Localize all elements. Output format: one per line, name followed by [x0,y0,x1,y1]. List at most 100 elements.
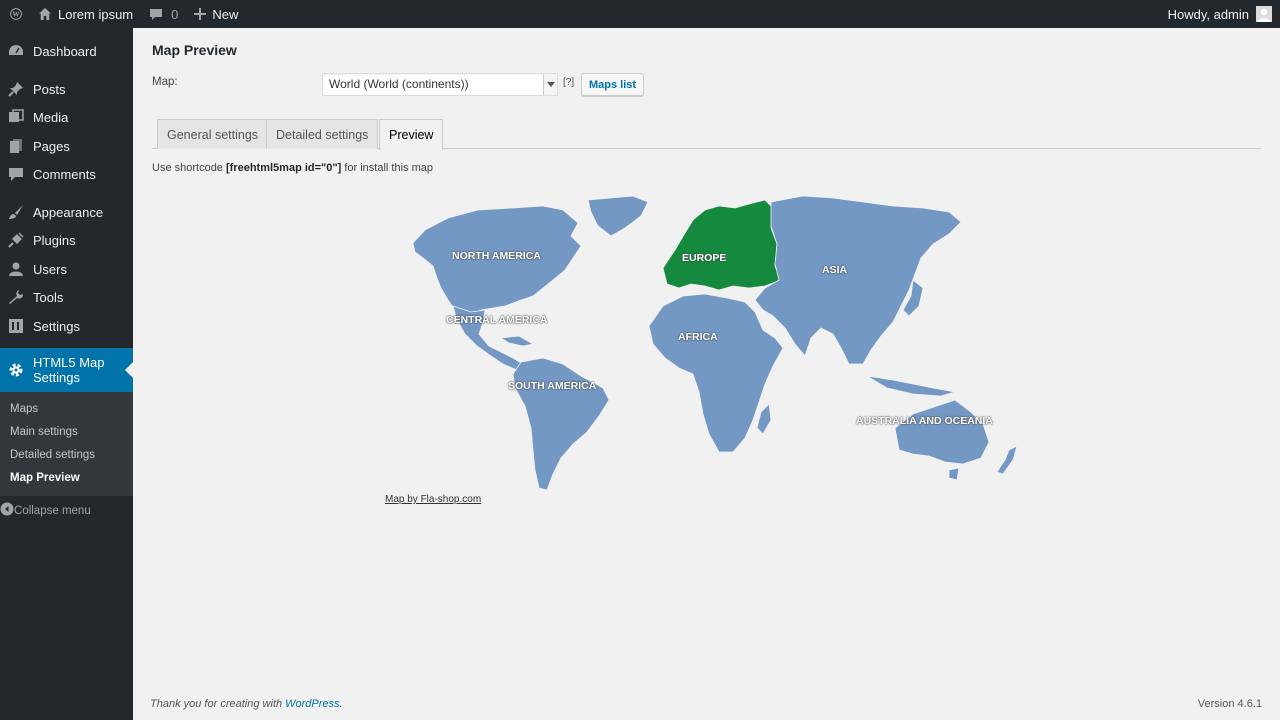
map-region-caribbean[interactable] [499,335,535,347]
submenu-item-map-preview[interactable]: Map Preview [10,472,80,484]
footer-period: . [339,698,343,710]
sidebar-item-media[interactable]: Media [0,108,133,126]
map-select-value: World (World (continents)) [329,77,469,91]
label-asia[interactable]: ASIA [822,264,847,276]
map-region-indonesia[interactable] [866,375,956,397]
tab-preview[interactable]: Preview [379,119,444,150]
comment-icon [7,165,25,183]
version-label: Version 4.6.1 [1197,698,1262,710]
site-name-link[interactable]: Lorem ipsum [30,0,141,28]
collapse-menu-button[interactable]: Collapse menu [0,502,133,519]
maps-list-button[interactable]: Maps list [581,73,645,96]
sidebar-item-appearance[interactable]: Appearance [0,203,133,221]
main-content: Map Preview Map: World (World (continent… [133,28,1280,720]
sidebar-item-pages[interactable]: Pages [0,137,133,155]
sidebar-item-label: Tools [33,289,64,305]
wordpress-link[interactable]: WordPress [285,698,339,710]
map-region-europe[interactable] [662,199,782,291]
submenu-item-maps[interactable]: Maps [10,403,38,415]
tab-bar: General settings Detailed settings Previ… [152,119,1261,150]
sidebar-item-settings[interactable]: Settings [0,317,133,335]
sidebar-item-label: Appearance [33,204,104,220]
site-name: Lorem ipsum [58,6,134,22]
admin-bar: W Lorem ipsum 0 New Howdy, admin [0,0,1280,28]
sidebar-item-label: Media [33,109,69,125]
sidebar-item-label: Plugins [33,232,76,248]
shortcode-prefix: Use shortcode [152,162,223,174]
admin-menu: Dashboard Posts Media Pages Comments App… [0,28,133,720]
gear-icon [7,361,25,379]
wordpress-logo-icon[interactable]: W [2,0,30,28]
home-icon [38,7,52,21]
sidebar-item-users[interactable]: Users [0,260,133,278]
map-region-north-america[interactable] [412,205,582,319]
label-line-1: HTML5 Map [33,355,105,370]
label-north-america[interactable]: NORTH AMERICA [452,250,541,262]
map-select[interactable]: World (World (continents)) [322,73,558,96]
settings-icon [7,317,25,335]
sidebar-item-comments[interactable]: Comments [0,165,133,183]
submenu-item-detailed-settings[interactable]: Detailed settings [10,449,95,461]
shortcode-suffix: for install this map [344,162,433,174]
new-label: New [212,6,239,22]
sidebar-item-label: Comments [33,166,96,182]
sidebar-item-html5-map-settings[interactable]: HTML5 Map Settings [0,348,133,392]
footer-thanks-text: Thank you for creating with [150,698,283,710]
pages-icon [7,137,25,155]
map-region-new-zealand[interactable] [996,445,1018,475]
label-africa[interactable]: AFRICA [678,331,718,343]
tab-detailed-settings[interactable]: Detailed settings [266,119,379,149]
my-account-link[interactable]: Howdy, admin [1160,0,1280,28]
comments-link[interactable]: 0 [141,0,186,28]
collapse-arrow-icon [0,502,14,519]
sidebar-item-label: Dashboard [33,43,97,59]
map-region-south-america[interactable] [512,357,610,491]
label-europe[interactable]: EUROPE [682,252,726,264]
map-region-madagascar[interactable] [756,403,772,435]
map-region-tasmania[interactable] [948,467,960,481]
help-link[interactable]: [?] [563,77,574,88]
comments-count: 0 [171,6,179,22]
sidebar-item-dashboard[interactable]: Dashboard [0,42,133,60]
label-line-2: Settings [33,370,80,385]
collapse-label: Collapse menu [14,504,91,517]
greeting: Howdy, admin [1167,6,1249,22]
footer-thanks: Thank you for creating with WordPress. [150,698,343,710]
page-title: Map Preview [152,42,237,58]
map-credit-link[interactable]: Map by Fla-shop.com [385,494,481,505]
label-central-america[interactable]: CENTRAL AMERICA [446,314,548,326]
svg-text:W: W [12,11,20,19]
plug-icon [7,231,25,249]
world-map [393,188,1023,498]
shortcode-hint: Use shortcode [freehtml5map id="0"] for … [152,162,433,174]
label-south-america[interactable]: SOUTH AMERICA [508,380,596,392]
plus-icon [194,8,207,20]
sidebar-item-label: Pages [33,138,70,154]
chevron-down-icon [543,74,557,95]
brush-icon [7,203,25,221]
shortcode-value: [freehtml5map id="0"] [226,162,342,174]
map-region-greenland[interactable] [587,195,649,237]
submenu: Maps Main settings Detailed settings Map… [0,392,133,496]
pin-icon [7,80,25,98]
dashboard-icon [7,42,25,60]
label-australia-and-oceania[interactable]: AUSTRALIA AND OCEANIA [856,415,993,427]
tab-general-settings[interactable]: General settings [157,119,269,149]
user-icon [7,260,25,278]
sidebar-item-plugins[interactable]: Plugins [0,231,133,249]
comment-bubble-icon [149,7,163,21]
map-select-label: Map: [152,76,178,88]
wrench-icon [7,288,25,306]
map-region-asia[interactable] [754,195,962,365]
sidebar-item-label: Settings [33,318,80,334]
map-region-australia[interactable] [894,399,990,465]
media-icon [7,108,25,126]
submenu-item-main-settings[interactable]: Main settings [10,426,78,438]
sidebar-item-tools[interactable]: Tools [0,288,133,306]
avatar [1256,6,1272,22]
sidebar-item-posts[interactable]: Posts [0,80,133,98]
sidebar-item-label: Users [33,261,67,277]
sidebar-item-label: HTML5 Map Settings [33,355,105,385]
sidebar-item-label: Posts [33,81,66,97]
new-content-link[interactable]: New [186,0,246,28]
